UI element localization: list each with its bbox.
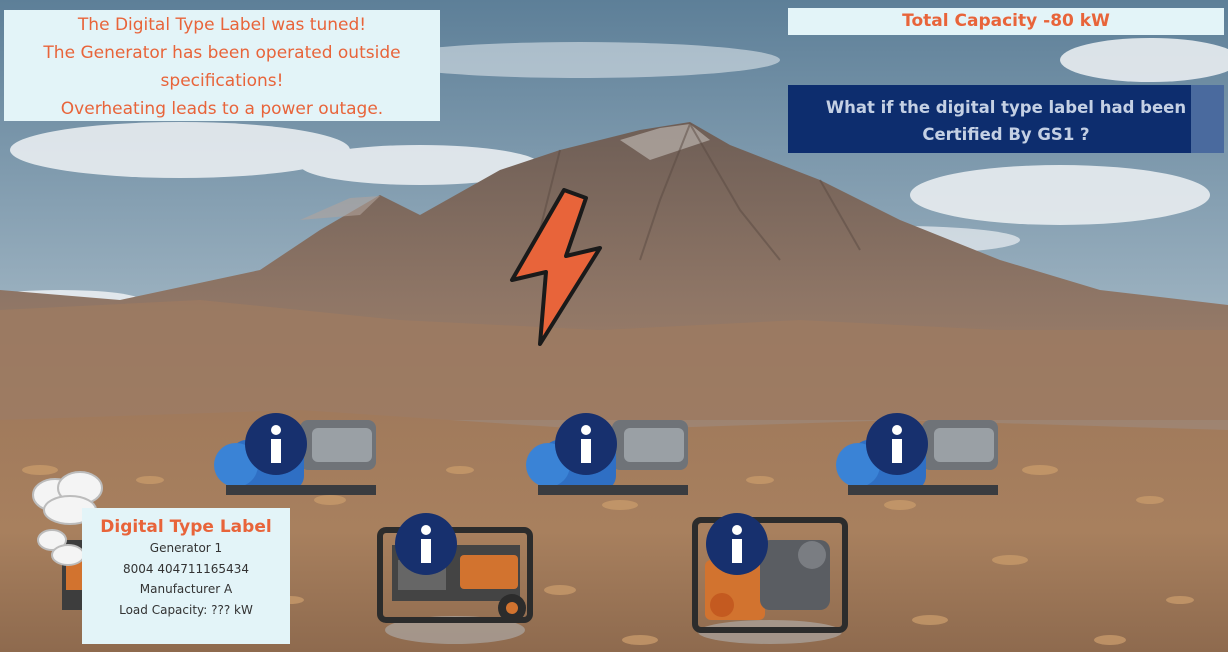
generator-name: Generator 1 — [149, 541, 223, 555]
info-icon — [421, 525, 431, 563]
gs1-prompt-line-2: Certified By GS1 ? — [922, 125, 1090, 144]
status-message-line-4: Overheating leads to a power outage. — [60, 99, 384, 119]
digital-type-label-card: Digital Type Label Generator 1 8004 4047… — [82, 508, 290, 644]
info-button-pump-3[interactable] — [866, 413, 928, 475]
lightning-bolt-icon — [510, 188, 602, 346]
gs1-prompt-button[interactable]: What if the digital type label had been … — [788, 85, 1224, 153]
generator-code: 8004 404711165434 — [123, 561, 249, 576]
info-icon — [892, 425, 902, 463]
digital-type-label-title: Digital Type Label — [100, 517, 272, 537]
gs1-prompt-line-1: What if the digital type label had been — [825, 98, 1187, 117]
generator-load-capacity: Load Capacity: ??? kW — [119, 602, 253, 617]
status-message-line-1: The Digital Type Label was tuned! — [77, 15, 367, 35]
info-icon — [581, 425, 591, 463]
generator-manufacturer: Manufacturer A — [139, 582, 233, 596]
status-message-panel: The Digital Type Label was tuned! The Ge… — [4, 10, 440, 121]
info-button-generator-3[interactable] — [706, 513, 768, 575]
status-message-line-3: specifications! — [160, 71, 284, 91]
info-icon — [271, 425, 281, 463]
total-capacity-label: Total Capacity -80 kW — [788, 8, 1224, 35]
status-message-line-2: The Generator has been operated outside — [43, 43, 401, 63]
info-button-generator-2[interactable] — [395, 513, 457, 575]
info-button-pump-2[interactable] — [555, 413, 617, 475]
info-button-pump-1[interactable] — [245, 413, 307, 475]
info-icon — [732, 525, 742, 563]
